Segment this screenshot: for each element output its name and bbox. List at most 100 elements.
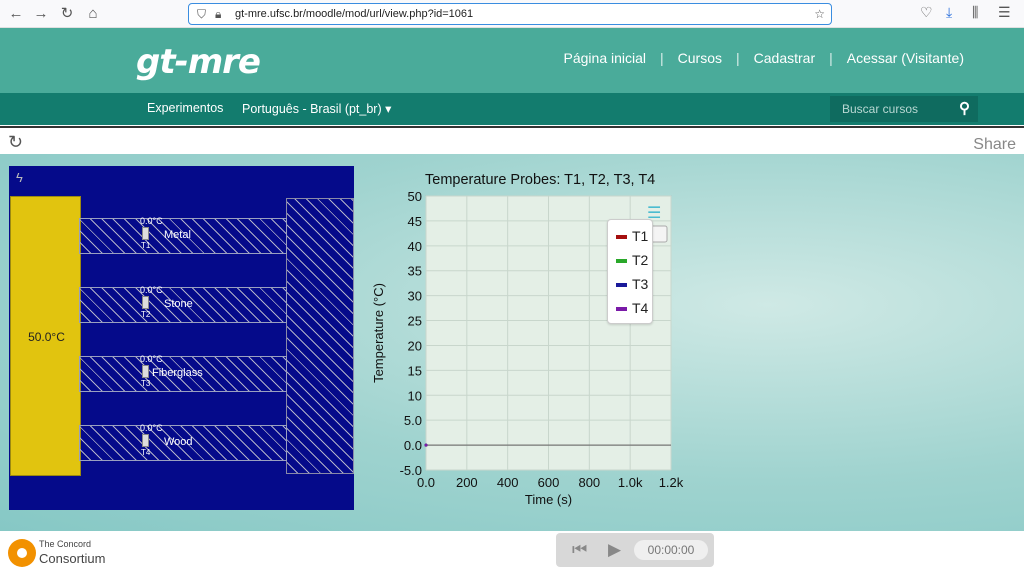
reload-icon[interactable]: ↻: [57, 4, 77, 24]
simulation-area: ϟ 50.0°C 0.0°C T1 Metal 0.0°C T2 Stone 0…: [0, 154, 1024, 531]
legend-label: T4: [632, 300, 649, 316]
y-tick-label: 45: [408, 214, 422, 229]
probe-temperature: 0.0°C: [140, 285, 163, 295]
language-selector[interactable]: Português - Brasil (pt_br) ▾: [242, 101, 391, 116]
chart-plot[interactable]: 0.0 200 400 600 800 1.0k 1.2k 50 45 40 35 30 25 20 15 1…: [365, 166, 695, 511]
probe-temperature: 0.0°C: [140, 354, 163, 364]
x-tick-label: 600: [538, 475, 560, 490]
nav-courses[interactable]: Cursos: [678, 50, 722, 66]
elapsed-time: 00:00:00: [634, 540, 708, 560]
nav-separator: |: [660, 50, 664, 66]
y-tick-label: -5.0: [400, 463, 422, 478]
probe-temperature: 0.0°C: [140, 423, 163, 433]
probe-id: T2: [141, 310, 151, 319]
probe-id: T3: [141, 379, 151, 388]
heat-source-block[interactable]: 50.0°C: [10, 196, 81, 476]
heat-conduction-model[interactable]: ϟ 50.0°C 0.0°C T1 Metal 0.0°C T2 Stone 0…: [9, 166, 354, 510]
legend-swatch: [616, 307, 627, 312]
legend-swatch: [616, 283, 627, 288]
legend-label: T1: [632, 228, 649, 244]
back-icon[interactable]: ←: [6, 4, 26, 24]
data-point: [424, 443, 428, 447]
legend-label: T3: [632, 276, 649, 292]
lightning-icon[interactable]: ϟ: [16, 170, 23, 185]
x-tick-label: 1.2k: [659, 475, 684, 490]
site-header: gt-mre Página inicial | Cursos | Cadastr…: [0, 28, 1024, 93]
legend-label: T2: [632, 252, 649, 268]
probe-id: T1: [141, 241, 151, 250]
footer: The Concord Consortium ⏮ ▶ 00:00:00: [0, 531, 1024, 571]
reset-icon[interactable]: ⏮: [572, 540, 587, 560]
y-tick-label: 20: [408, 338, 422, 353]
y-tick-label: 50: [408, 189, 422, 204]
y-tick-label: 35: [408, 264, 422, 279]
share-link[interactable]: Share: [973, 136, 1016, 154]
material-label: Metal: [164, 229, 191, 241]
legend-entry[interactable]: T4: [616, 300, 648, 316]
heat-sink-block: [286, 198, 354, 474]
search-icon[interactable]: ⚲: [959, 96, 970, 122]
menu-experiments[interactable]: Experimentos: [147, 101, 223, 115]
temperature-chart: Temperature Probes: T1, T2, T3, T4 0.0 20…: [365, 166, 695, 511]
search-placeholder: Buscar cursos: [842, 102, 919, 116]
search-input[interactable]: Buscar cursos ⚲: [830, 96, 978, 122]
y-tick-label: 0.0: [404, 438, 422, 453]
browser-toolbar: ← → ↻ ⌂ ⛉ 🔒︎ gt-mre.ufsc.br/moodle/mod/u…: [0, 0, 1024, 28]
download-icon[interactable]: ⤓: [946, 4, 952, 21]
home-icon[interactable]: ⌂: [83, 4, 103, 24]
nav-separator: |: [829, 50, 833, 66]
top-navigation: Página inicial | Cursos | Cadastrar | Ac…: [564, 50, 964, 66]
nav-home[interactable]: Página inicial: [564, 50, 647, 66]
site-logo[interactable]: gt-mre: [136, 42, 261, 82]
material-label: Stone: [164, 298, 193, 310]
material-bar-metal[interactable]: 0.0°C T1 Metal: [79, 216, 287, 254]
y-tick-label: 15: [408, 363, 422, 378]
legend-entry[interactable]: T3: [616, 276, 648, 292]
thermometer-probe-icon[interactable]: [142, 296, 149, 309]
y-tick-label: 25: [408, 314, 422, 329]
legend-entry[interactable]: T2: [616, 252, 648, 268]
nav-register[interactable]: Cadastrar: [754, 50, 815, 66]
y-tick-label: 30: [408, 289, 422, 304]
probe-id: T4: [141, 448, 151, 457]
x-tick-label: 400: [497, 475, 519, 490]
reload-simulation-icon[interactable]: ↻: [8, 132, 23, 153]
nav-separator: |: [736, 50, 740, 66]
menu-icon[interactable]: ☰: [998, 4, 1011, 21]
play-icon[interactable]: ▶: [608, 540, 621, 560]
material-label: Fiberglass: [152, 367, 203, 379]
y-tick-label: 10: [408, 388, 422, 403]
brand-large: Consortium: [39, 551, 106, 566]
y-tick-label: 40: [408, 239, 422, 254]
thermometer-probe-icon[interactable]: [142, 365, 149, 378]
activity-toolbar: ↻ Share: [0, 126, 1024, 154]
shield-icon[interactable]: ⛉: [197, 4, 206, 24]
y-axis-label: Temperature (°C): [371, 283, 386, 383]
legend-entry[interactable]: T1: [616, 228, 648, 244]
bookmark-star-icon[interactable]: ☆: [814, 4, 825, 24]
thermometer-probe-icon[interactable]: [142, 227, 149, 240]
material-bar-wood[interactable]: 0.0°C T4 Wood: [79, 423, 287, 461]
site-menu-bar: Experimentos Português - Brasil (pt_br) …: [0, 93, 1024, 125]
pocket-icon[interactable]: ♡: [920, 4, 933, 21]
legend-swatch: [616, 235, 627, 240]
thermometer-probe-icon[interactable]: [142, 434, 149, 447]
material-bar-fiberglass[interactable]: 0.0°C T3 Fiberglass: [79, 354, 287, 392]
x-tick-label: 800: [578, 475, 600, 490]
address-bar[interactable]: ⛉ 🔒︎ gt-mre.ufsc.br/moodle/mod/url/view.…: [188, 3, 832, 25]
chart-legend[interactable]: T1 T2 T3 T4: [607, 219, 653, 324]
probe-temperature: 0.0°C: [140, 216, 163, 226]
x-axis-label: Time (s): [525, 492, 572, 507]
material-label: Wood: [164, 436, 193, 448]
x-tick-label: 200: [456, 475, 478, 490]
forward-icon[interactable]: →: [31, 4, 51, 24]
nav-login[interactable]: Acessar (Visitante): [847, 50, 964, 66]
lock-icon[interactable]: 🔒︎: [215, 4, 221, 24]
playback-controls: ⏮ ▶ 00:00:00: [556, 533, 714, 567]
url-text: gt-mre.ufsc.br/moodle/mod/url/view.php?i…: [235, 8, 474, 20]
source-temperature: 50.0°C: [28, 330, 65, 344]
chart-image-icon[interactable]: [650, 225, 668, 243]
library-icon[interactable]: ⫼: [972, 4, 978, 21]
legend-swatch: [616, 259, 627, 264]
material-bar-stone[interactable]: 0.0°C T2 Stone: [79, 285, 287, 323]
